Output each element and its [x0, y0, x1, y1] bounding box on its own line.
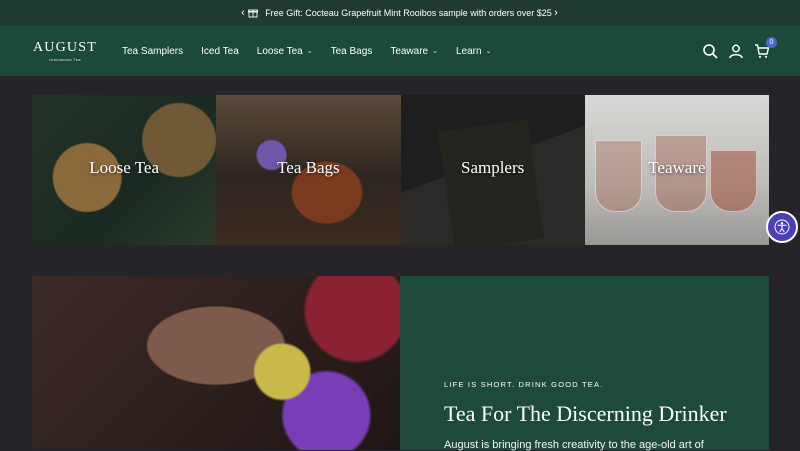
- category-tile-samplers[interactable]: Samplers: [400, 95, 585, 245]
- site-header: AUGUST Uncommon Tea Tea Samplers Iced Te…: [0, 26, 800, 76]
- category-label: Samplers: [460, 158, 525, 177]
- category-tile-loose-tea[interactable]: Loose Tea: [32, 95, 217, 245]
- nav-label: Tea Samplers: [122, 45, 184, 57]
- nav-tea-bags[interactable]: Tea Bags: [331, 46, 373, 57]
- accessibility-icon: [774, 219, 790, 235]
- nav-learn[interactable]: Learn ⌄: [456, 46, 491, 57]
- accessibility-button[interactable]: [766, 211, 798, 243]
- nav-loose-tea[interactable]: Loose Tea ⌄: [257, 46, 313, 57]
- category-tiles: Loose Tea Tea Bags Samplers Teaware: [32, 95, 769, 245]
- category-label: Teaware: [648, 158, 706, 177]
- chevron-down-icon: ⌄: [306, 48, 313, 55]
- hero-body: August is bringing fresh creativity to t…: [444, 439, 704, 451]
- hero-panel: LIFE IS SHORT. DRINK GOOD TEA. Tea For T…: [400, 276, 769, 451]
- cart-icon[interactable]: 0: [754, 37, 777, 59]
- announcement-prev-button[interactable]: ‹: [233, 0, 253, 26]
- announcement-text: Free Gift: Cocteau Grapefruit Mint Rooib…: [265, 8, 552, 18]
- nav-iced-tea[interactable]: Iced Tea: [201, 46, 239, 57]
- hero-eyebrow: LIFE IS SHORT. DRINK GOOD TEA.: [444, 380, 604, 389]
- sampler-box-image: [437, 119, 544, 245]
- category-tile-tea-bags[interactable]: Tea Bags: [216, 95, 401, 245]
- chevron-down-icon: ⌄: [485, 48, 492, 55]
- account-icon[interactable]: [728, 43, 744, 59]
- main-nav: Tea Samplers Iced Tea Loose Tea ⌄ Tea Bag…: [122, 26, 509, 76]
- hero-image: [32, 276, 400, 450]
- category-label: Loose Tea: [89, 158, 160, 177]
- announcement-next-button[interactable]: ›: [546, 0, 566, 26]
- nav-label: Tea Bags: [330, 45, 373, 57]
- nav-label: Teaware: [390, 45, 429, 57]
- nav-label: Loose Tea: [256, 45, 303, 57]
- header-actions: 0: [702, 26, 777, 76]
- logo-wordmark: AUGUST: [33, 40, 97, 55]
- logo-tagline: Uncommon Tea: [49, 57, 81, 62]
- announcement-message[interactable]: Free Gift: Cocteau Grapefruit Mint Rooib…: [248, 8, 552, 18]
- nav-label: Iced Tea: [201, 45, 239, 57]
- hero-section: LIFE IS SHORT. DRINK GOOD TEA. Tea For T…: [32, 276, 769, 451]
- nav-tea-samplers[interactable]: Tea Samplers: [122, 46, 183, 57]
- cart-count-badge: 0: [766, 37, 777, 48]
- nav-label: Learn: [456, 45, 482, 57]
- nav-teaware[interactable]: Teaware ⌄: [390, 46, 438, 57]
- search-icon[interactable]: [702, 43, 718, 59]
- chevron-down-icon: ⌄: [432, 48, 438, 55]
- category-label: Tea Bags: [277, 158, 340, 177]
- logo[interactable]: AUGUST Uncommon Tea: [32, 41, 98, 63]
- announcement-bar: ‹ Free Gift: Cocteau Grapefruit Mint Roo…: [0, 0, 800, 26]
- hero-title: Tea For The Discerning Drinker: [444, 401, 727, 426]
- category-tile-teaware[interactable]: Teaware: [584, 95, 769, 245]
